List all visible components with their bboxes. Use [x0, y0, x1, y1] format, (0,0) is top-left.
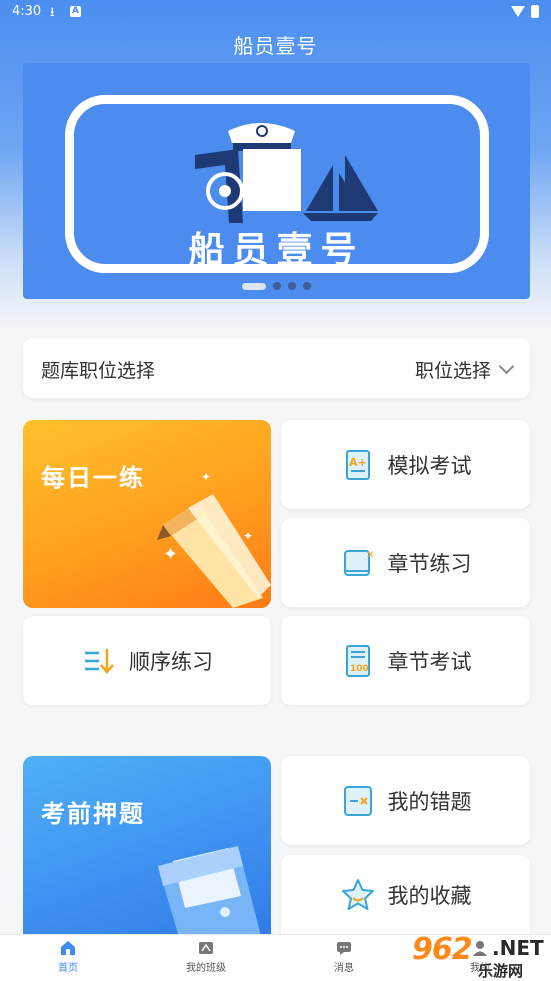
daily-practice-title: 每日一练 — [41, 464, 145, 492]
svg-text:100: 100 — [350, 664, 369, 674]
system-icons — [511, 5, 539, 18]
tab-my-class[interactable]: 我的班级 — [166, 939, 246, 974]
chapter-practice-label: 章节练习 — [387, 551, 472, 576]
banner-logo-text: 船员壹号 — [188, 230, 365, 271]
mock-exam-label: 模拟考试 — [387, 453, 472, 478]
carousel-indicator — [23, 282, 530, 290]
svg-text:✦: ✦ — [163, 544, 178, 565]
status-bar: 4:30 ⭳ A — [0, 0, 551, 24]
watermark-number: 962 — [412, 932, 473, 967]
app-title: 船员壹号 — [233, 34, 318, 58]
carousel-dot[interactable] — [242, 282, 266, 290]
download-icon: ⭳ — [50, 5, 55, 20]
job-selector-label: 题库职位选择 — [41, 360, 156, 382]
tab-messages-label: 消息 — [334, 963, 354, 974]
chapter-exam-label: 章节考试 — [387, 649, 472, 674]
pre-exam-questions-card[interactable]: 考前押题 — [23, 756, 271, 946]
carousel-dot[interactable] — [303, 282, 311, 290]
my-favorites-label: 我的收藏 — [387, 883, 472, 908]
job-selector-value: 职位选择 — [414, 360, 491, 382]
my-mistakes-card[interactable]: 我的错题 — [281, 756, 530, 845]
carousel-dot[interactable] — [273, 282, 281, 290]
chapter-exam-card[interactable]: 100 章节考试 — [281, 616, 530, 705]
site-watermark: 962 .NET 乐游网 — [412, 930, 551, 981]
ship-logo-icon — [195, 123, 378, 223]
home-icon — [61, 941, 75, 955]
class-icon — [199, 942, 213, 954]
folder-illustration-icon — [158, 846, 261, 946]
watermark-site-name: 乐游网 — [478, 962, 524, 980]
tab-home-label: 首页 — [58, 963, 78, 974]
sequential-practice-label: 顺序练习 — [129, 649, 213, 674]
sparkle-icon: ✦ — [201, 470, 212, 484]
status-time: 4:30 — [12, 4, 42, 19]
pre-exam-title: 考前押题 — [41, 800, 145, 828]
mock-exam-card[interactable]: A+ 模拟考试 — [281, 420, 530, 509]
sort-list-icon — [85, 648, 114, 674]
sequential-practice-card[interactable]: 顺序练习 — [23, 616, 271, 705]
my-mistakes-label: 我的错题 — [387, 789, 472, 814]
svg-text:A+: A+ — [349, 456, 367, 469]
carousel-dot[interactable] — [288, 282, 296, 290]
message-icon — [337, 942, 351, 955]
svg-text:✕: ✕ — [366, 550, 374, 561]
exam-paper-icon: A+ — [345, 449, 370, 480]
chevron-down-icon — [498, 358, 515, 375]
job-selector-dropdown[interactable]: 职位选择 — [414, 356, 515, 383]
job-position-selector[interactable]: 题库职位选择 职位选择 — [23, 338, 530, 398]
wifi-icon — [511, 6, 525, 17]
svg-text:✦: ✦ — [243, 529, 253, 543]
pencil-illustration-icon: ✦ ✦ — [157, 494, 271, 608]
notification-a-icon: A — [70, 6, 81, 17]
tab-my-class-label: 我的班级 — [186, 963, 226, 974]
wrong-answer-icon — [343, 785, 372, 816]
my-favorites-card[interactable]: 我的收藏 — [281, 855, 530, 934]
tab-messages[interactable]: 消息 — [304, 939, 384, 974]
score-paper-icon: 100 — [345, 644, 370, 677]
chapter-practice-card[interactable]: ✕ 章节练习 — [281, 518, 530, 607]
banner-carousel[interactable]: 船员壹号 — [23, 63, 530, 299]
notebook-icon: ✕ — [343, 549, 374, 576]
star-icon — [341, 878, 374, 910]
watermark-net: .NET — [492, 936, 544, 960]
daily-practice-card[interactable]: 每日一练 ✦ ✦ ✦ — [23, 420, 271, 608]
battery-icon — [531, 5, 539, 18]
tab-home[interactable]: 首页 — [28, 939, 108, 974]
